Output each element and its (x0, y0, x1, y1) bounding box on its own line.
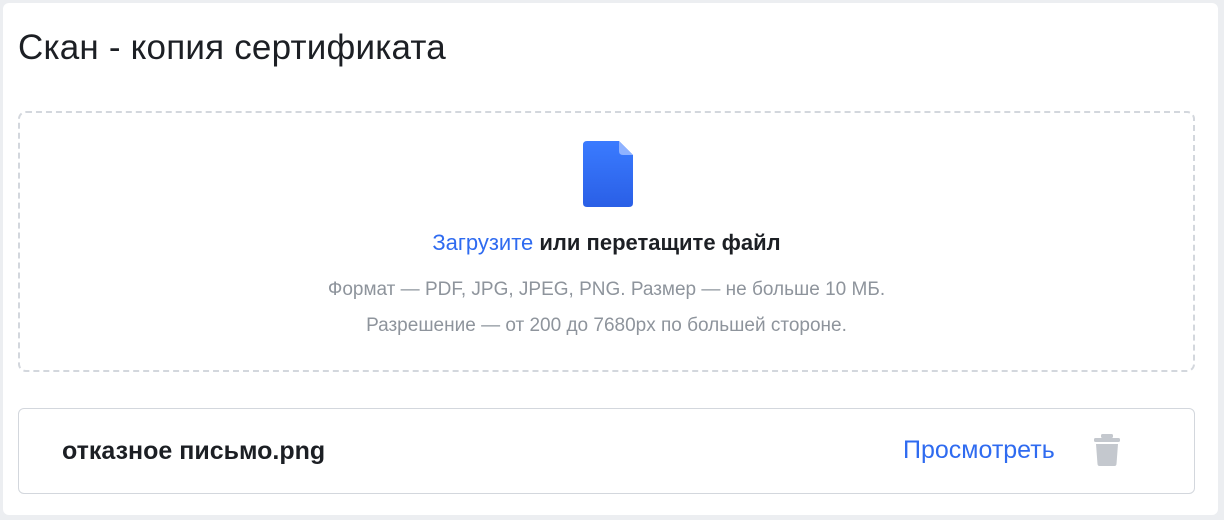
format-hint: Формат — PDF, JPG, JPEG, PNG. Размер — н… (327, 279, 886, 300)
upload-text: или перетащите файл (533, 230, 781, 255)
uploaded-file-row: отказное письмо.png Просмотреть (18, 408, 1195, 494)
trash-icon[interactable] (1094, 434, 1120, 466)
view-file-button[interactable]: Просмотреть (903, 434, 1055, 466)
file-name: отказное письмо.png (62, 437, 326, 465)
file-dropzone[interactable]: Загрузите или перетащите файл Формат — P… (18, 111, 1195, 372)
file-icon (583, 141, 633, 207)
upload-card: Скан - копия сертификата Загрузите или п… (3, 3, 1218, 515)
upload-instructions: Загрузите или перетащите файл (20, 228, 1193, 258)
resolution-hint: Разрешение — от 200 до 7680px по большей… (366, 315, 847, 336)
section-title: Скан - копия сертификата (18, 28, 446, 67)
upload-link[interactable]: Загрузите (432, 230, 533, 255)
